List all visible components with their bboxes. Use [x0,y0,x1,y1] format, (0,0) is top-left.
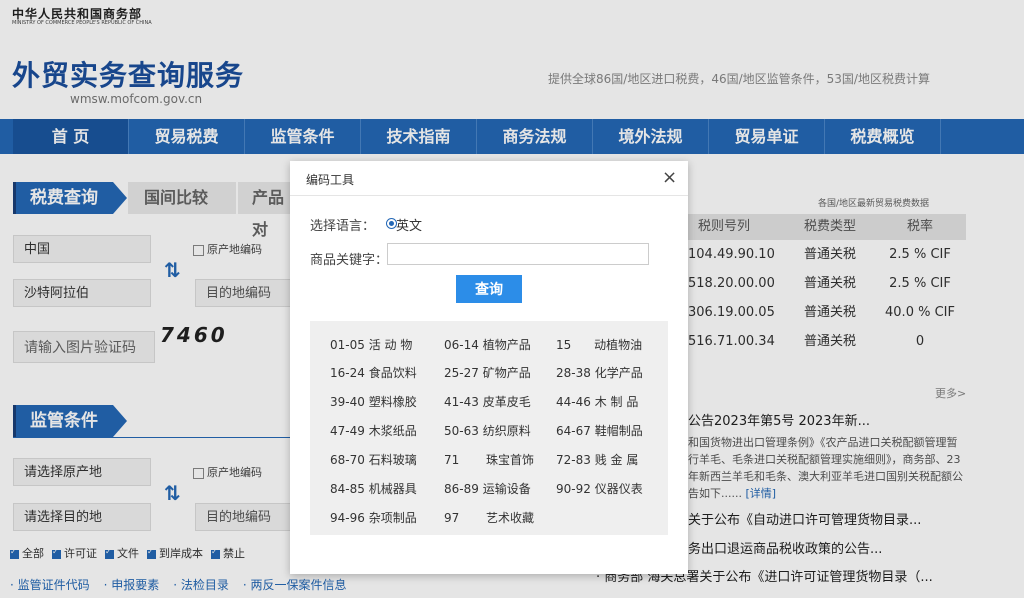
hs-code: 15 [556,338,572,352]
keyword-label: 商品关键字： [310,253,389,268]
hs-category: 纺织原料 [482,424,531,438]
hs-section-item[interactable]: 86-89 运输设备 [444,480,531,497]
hs-code: 44-46 [556,395,591,409]
hs-section-item[interactable]: 25-27 矿物产品 [444,364,531,381]
hs-code: 86-89 [444,482,479,496]
hs-category: 木浆纸品 [368,424,417,438]
hs-category: 矿物产品 [482,366,531,380]
hs-code: 71 [444,453,460,467]
hs-category: 木 制 品 [594,395,639,409]
hs-code: 72-83 [556,453,591,467]
hs-code: 28-38 [556,366,591,380]
hs-section-item[interactable]: 97 艺术收藏 [444,509,534,526]
hs-code: 41-43 [444,395,479,409]
hs-section-item[interactable]: 72-83 贱 金 属 [556,451,638,468]
hs-section-item[interactable]: 47-49 木浆纸品 [330,422,417,439]
hs-category: 动植物油 [594,338,643,352]
hs-section-item[interactable]: 16-24 食品饮料 [330,364,417,381]
hs-section-item[interactable]: 84-85 机械器具 [330,480,417,497]
hs-category: 植物产品 [482,338,531,352]
hs-category: 贱 金 属 [594,453,639,467]
hs-category: 仪器仪表 [594,482,643,496]
hs-code: 84-85 [330,482,365,496]
hs-category: 杂项制品 [368,511,417,525]
hs-code: 50-63 [444,424,479,438]
hs-category: 化学产品 [594,366,643,380]
hs-category: 运输设备 [482,482,531,496]
code-tool-dialog: 编码工具 × 选择语言： 英文 商品关键字： 查询 01-05 活 动 物 06… [290,161,688,574]
hs-category: 珠宝首饰 [485,453,534,467]
hs-code: 68-70 [330,453,365,467]
language-option-english[interactable]: 英文 [396,215,422,234]
hs-category: 机械器具 [368,482,417,496]
hs-section-item[interactable]: 15 动植物油 [556,336,642,353]
dialog-title: 编码工具 [306,173,355,187]
hs-section-item[interactable]: 50-63 纺织原料 [444,422,531,439]
close-icon[interactable]: × [662,167,677,188]
hs-code: 94-96 [330,511,365,525]
hs-section-item[interactable]: 41-43 皮革皮毛 [444,393,531,410]
keyword-input[interactable] [387,243,649,265]
hs-code: 47-49 [330,424,365,438]
hs-code: 97 [444,511,460,525]
hs-category: 艺术收藏 [485,511,534,525]
hs-section-item[interactable]: 64-67 鞋帽制品 [556,422,643,439]
hs-category: 塑料橡胶 [368,395,417,409]
hs-code: 39-40 [330,395,365,409]
hs-code: 01-05 [330,338,365,352]
hs-section-item[interactable]: 94-96 杂项制品 [330,509,417,526]
hs-category: 食品饮料 [368,366,417,380]
language-label: 选择语言： [310,219,376,234]
hs-section-item[interactable]: 28-38 化学产品 [556,364,643,381]
query-button[interactable]: 查询 [456,275,522,303]
hs-category: 鞋帽制品 [594,424,643,438]
hs-code: 64-67 [556,424,591,438]
hs-section-item[interactable]: 44-46 木 制 品 [556,393,638,410]
hs-section-item[interactable]: 01-05 活 动 物 [330,336,412,353]
hs-section-item[interactable]: 90-92 仪器仪表 [556,480,643,497]
hs-section-item[interactable]: 39-40 塑料橡胶 [330,393,417,410]
hs-category: 石料玻璃 [368,453,417,467]
hs-section-item[interactable]: 06-14 植物产品 [444,336,531,353]
hs-section-list: 01-05 活 动 物 06-14 植物产品 15 动植物油 16-24 食品饮… [310,321,668,535]
hs-category: 活 动 物 [368,338,413,352]
hs-code: 06-14 [444,338,479,352]
hs-section-item[interactable]: 68-70 石料玻璃 [330,451,417,468]
dialog-divider [290,195,688,196]
hs-code: 16-24 [330,366,365,380]
hs-section-item[interactable]: 71 珠宝首饰 [444,451,534,468]
hs-category: 皮革皮毛 [482,395,531,409]
hs-code: 25-27 [444,366,479,380]
hs-code: 90-92 [556,482,591,496]
